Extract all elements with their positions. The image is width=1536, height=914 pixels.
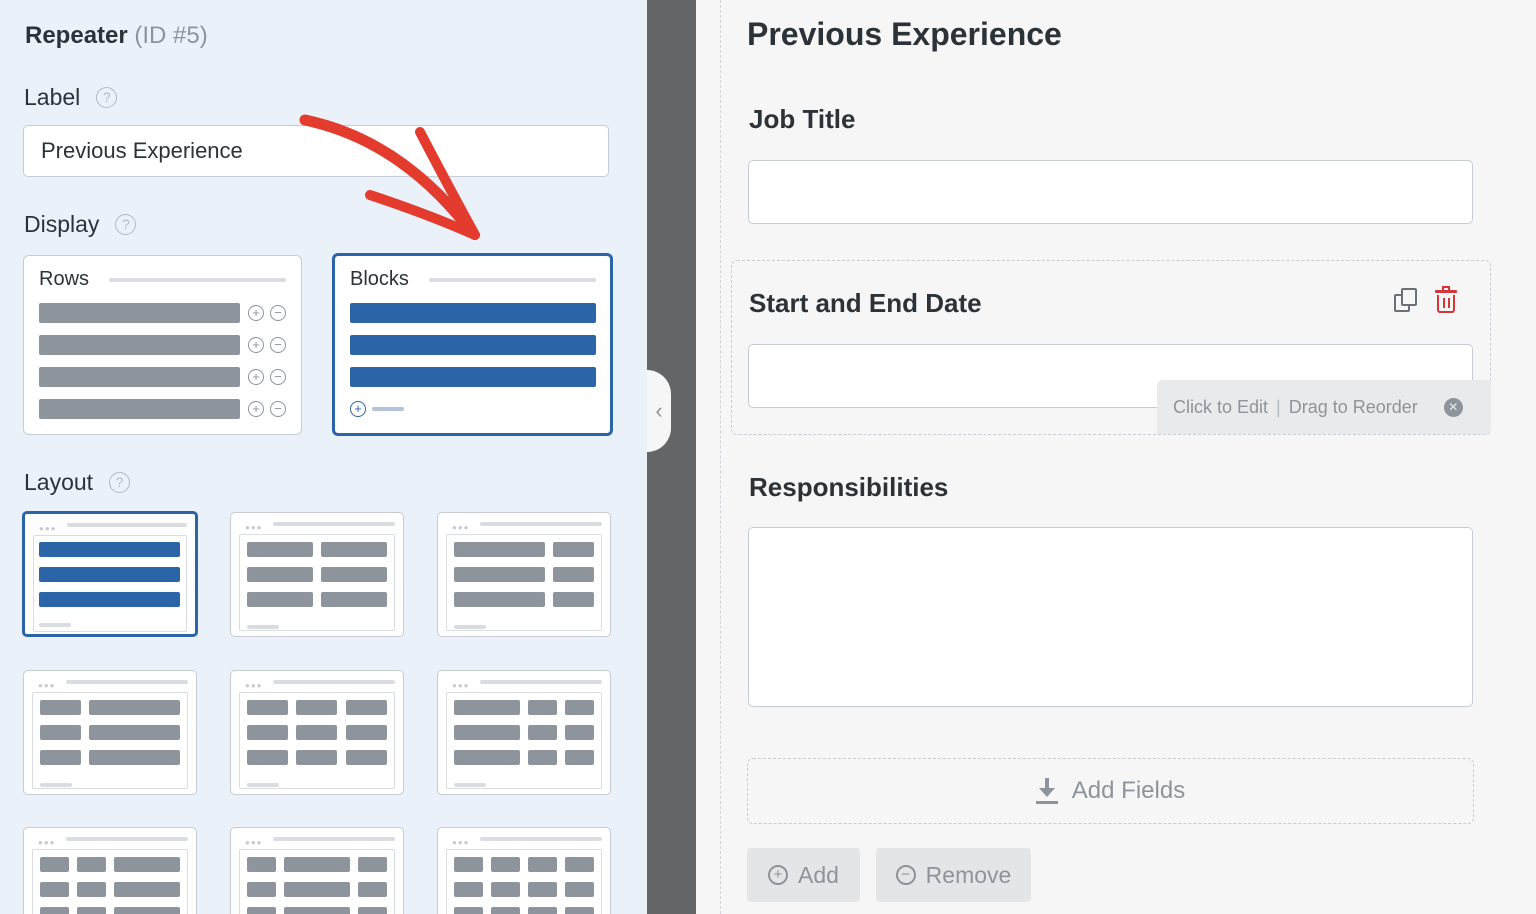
plus-circle-icon: +: [248, 401, 264, 417]
layout-option-2-col[interactable]: ●●●: [230, 512, 404, 637]
field-label-job-title: Job Title: [749, 104, 856, 134]
field-label-start-end-date: Start and End Date: [749, 288, 982, 318]
display-option-rows[interactable]: Rows + − + − + − + −: [23, 255, 302, 435]
field-options-panel: Repeater (ID #5) Label ? Display ? Rows …: [0, 0, 647, 914]
job-title-input[interactable]: [748, 160, 1473, 224]
layout-option-3-col-wide-left[interactable]: ●●●: [437, 670, 611, 795]
plus-circle-icon: +: [248, 337, 264, 353]
chevron-left-icon: ‹: [655, 398, 663, 423]
collapse-panel-button[interactable]: ‹: [647, 370, 671, 452]
plus-circle-icon: +: [768, 865, 789, 885]
responsibilities-textarea[interactable]: [748, 527, 1473, 707]
display-option-label: Blocks: [350, 268, 409, 290]
field-id: (ID #5): [134, 22, 208, 49]
annotation-arrow-icon: [299, 114, 480, 240]
field-label-responsibilities: Responsibilities: [749, 472, 949, 502]
edit-reorder-tooltip: Click to Edit | Drag to Reorder ✕: [1157, 380, 1491, 434]
add-fields-dropzone[interactable]: Add Fields: [747, 758, 1474, 824]
display-option-blocks[interactable]: Blocks +: [332, 253, 613, 436]
trash-icon[interactable]: [1434, 286, 1458, 314]
remove-row-button[interactable]: − Remove: [876, 848, 1031, 902]
minus-circle-icon: −: [270, 337, 286, 353]
duplicate-icon[interactable]: [1392, 286, 1420, 314]
plus-circle-icon: +: [248, 369, 264, 385]
add-row-button[interactable]: + Add: [747, 848, 860, 902]
display-option-label: Rows: [39, 268, 90, 290]
label-heading: Label ?: [24, 84, 118, 111]
display-heading: Display ?: [24, 211, 137, 238]
question-circle-icon[interactable]: ?: [96, 87, 118, 108]
panel-divider: [647, 0, 696, 914]
close-icon[interactable]: ✕: [1443, 397, 1463, 417]
layout-option-1-col[interactable]: ●●●: [22, 511, 198, 637]
field-actions: [1392, 286, 1458, 314]
repeater-title: Previous Experience: [747, 16, 1062, 52]
question-circle-icon[interactable]: ?: [115, 214, 137, 235]
question-circle-icon[interactable]: ?: [109, 472, 131, 493]
layout-option-2-col-wide-right[interactable]: ●●●: [23, 670, 197, 795]
layout-option-2-col-wide-left[interactable]: ●●●: [437, 512, 611, 637]
minus-circle-icon: −: [270, 401, 286, 417]
plus-circle-icon: +: [350, 401, 366, 417]
minus-circle-icon: −: [270, 305, 286, 321]
plus-circle-icon: +: [248, 305, 264, 321]
layout-option-3-col[interactable]: ●●●: [230, 670, 404, 795]
minus-circle-icon: −: [270, 369, 286, 385]
download-icon: [1035, 778, 1058, 804]
layout-heading: Layout ?: [24, 469, 131, 496]
layout-option-3-col-wide-center[interactable]: ●●●: [230, 827, 404, 914]
minus-circle-icon: −: [895, 865, 916, 885]
layout-option-4-col[interactable]: ●●●: [437, 827, 611, 914]
panel-title: Repeater (ID #5): [25, 22, 208, 49]
layout-option-3-col-wide-right[interactable]: ●●●: [23, 827, 197, 914]
